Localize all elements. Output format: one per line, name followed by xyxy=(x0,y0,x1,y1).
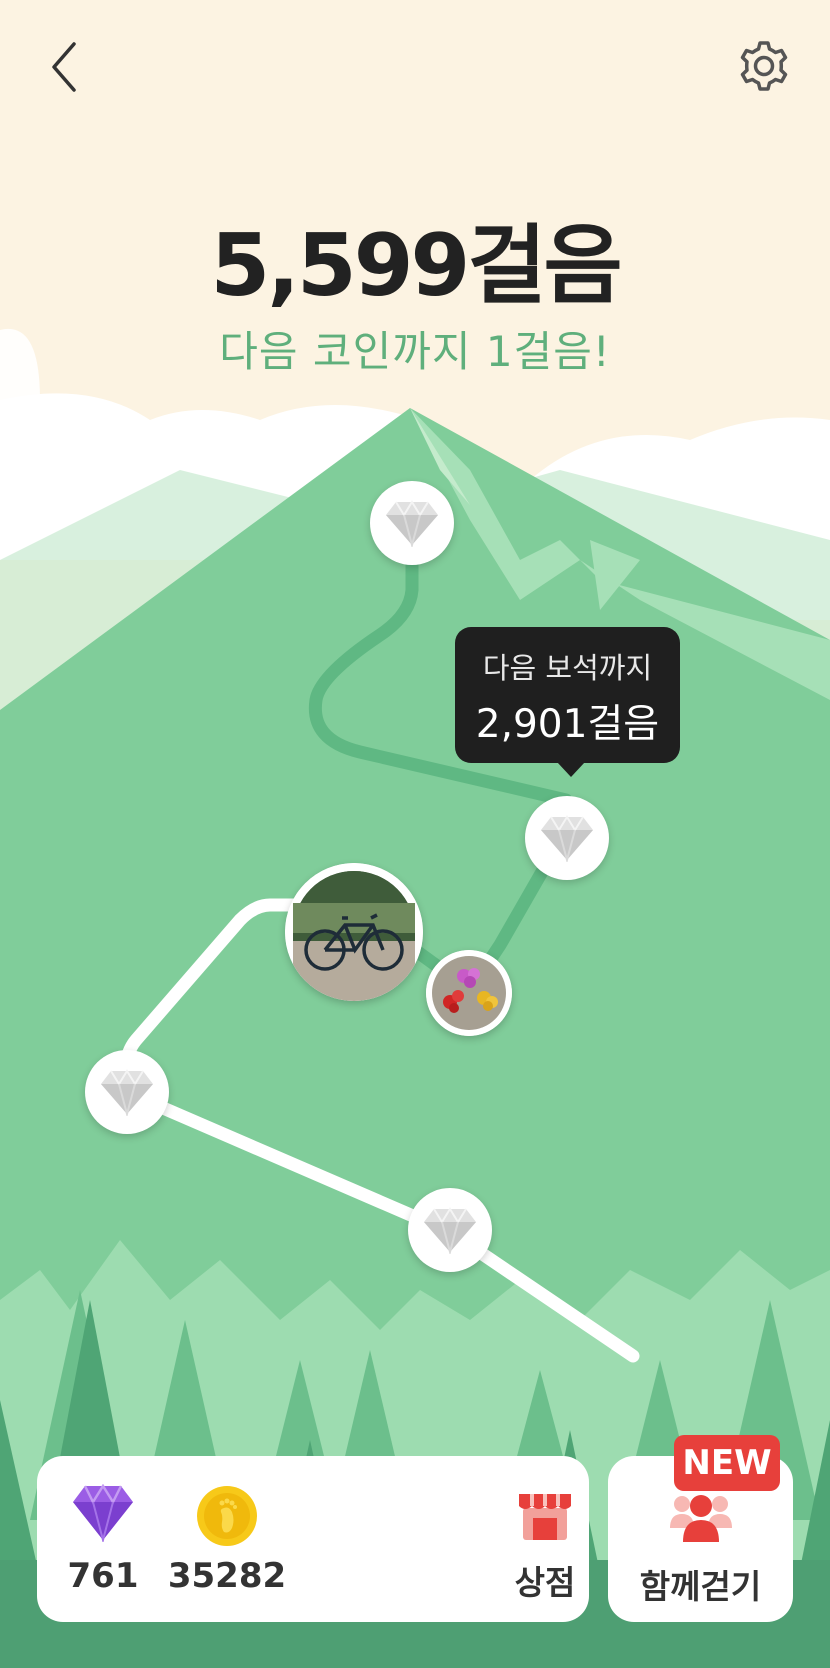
chevron-left-icon xyxy=(52,42,76,92)
diamond-icon xyxy=(541,815,593,862)
next-coin-message: 다음 코인까지 1걸음! xyxy=(219,327,611,376)
tooltip-label: 다음 보석까지 xyxy=(482,651,653,685)
top-bar xyxy=(0,0,830,140)
diamond-icon xyxy=(386,500,438,547)
gem-node-left[interactable] xyxy=(85,1050,169,1134)
settings-button[interactable] xyxy=(736,38,792,94)
walk-together-label: 함께걷기 xyxy=(639,1567,762,1606)
purple-gem-icon xyxy=(73,1483,133,1544)
flowers-photo-node[interactable] xyxy=(426,950,512,1036)
step-count-title: 5,599걸음 xyxy=(210,216,622,316)
wallet-card: 761 35282 상점 xyxy=(37,1456,589,1622)
bicycle-photo-node[interactable] xyxy=(285,863,423,1001)
diamond-icon xyxy=(424,1207,476,1254)
gem-count: 761 xyxy=(67,1556,139,1596)
gem-node-bottom[interactable] xyxy=(408,1188,492,1272)
bicycle-photo xyxy=(285,863,423,1001)
coin-balance[interactable]: 35282 xyxy=(162,1484,292,1596)
coin-count: 35282 xyxy=(167,1556,287,1596)
shop-label: 상점 xyxy=(514,1563,576,1602)
tooltip-steps: 2,901걸음 xyxy=(475,702,660,747)
diamond-icon xyxy=(101,1069,153,1116)
back-button[interactable] xyxy=(40,38,90,96)
gear-icon xyxy=(740,41,788,91)
gem-balance[interactable]: 761 xyxy=(65,1483,141,1596)
footprint-coin-icon xyxy=(197,1486,257,1546)
new-badge: NEW xyxy=(674,1435,780,1491)
shop-button[interactable]: 상점 xyxy=(505,1484,585,1604)
gem-node-top[interactable] xyxy=(370,481,454,565)
flowers-photo xyxy=(426,950,512,1036)
next-gem-tooltip: 다음 보석까지 2,901걸음 xyxy=(455,627,680,777)
people-icon xyxy=(670,1495,732,1542)
gem-node-next[interactable] xyxy=(525,796,609,880)
store-icon xyxy=(519,1494,571,1540)
people-icon-wrap xyxy=(668,1484,734,1544)
